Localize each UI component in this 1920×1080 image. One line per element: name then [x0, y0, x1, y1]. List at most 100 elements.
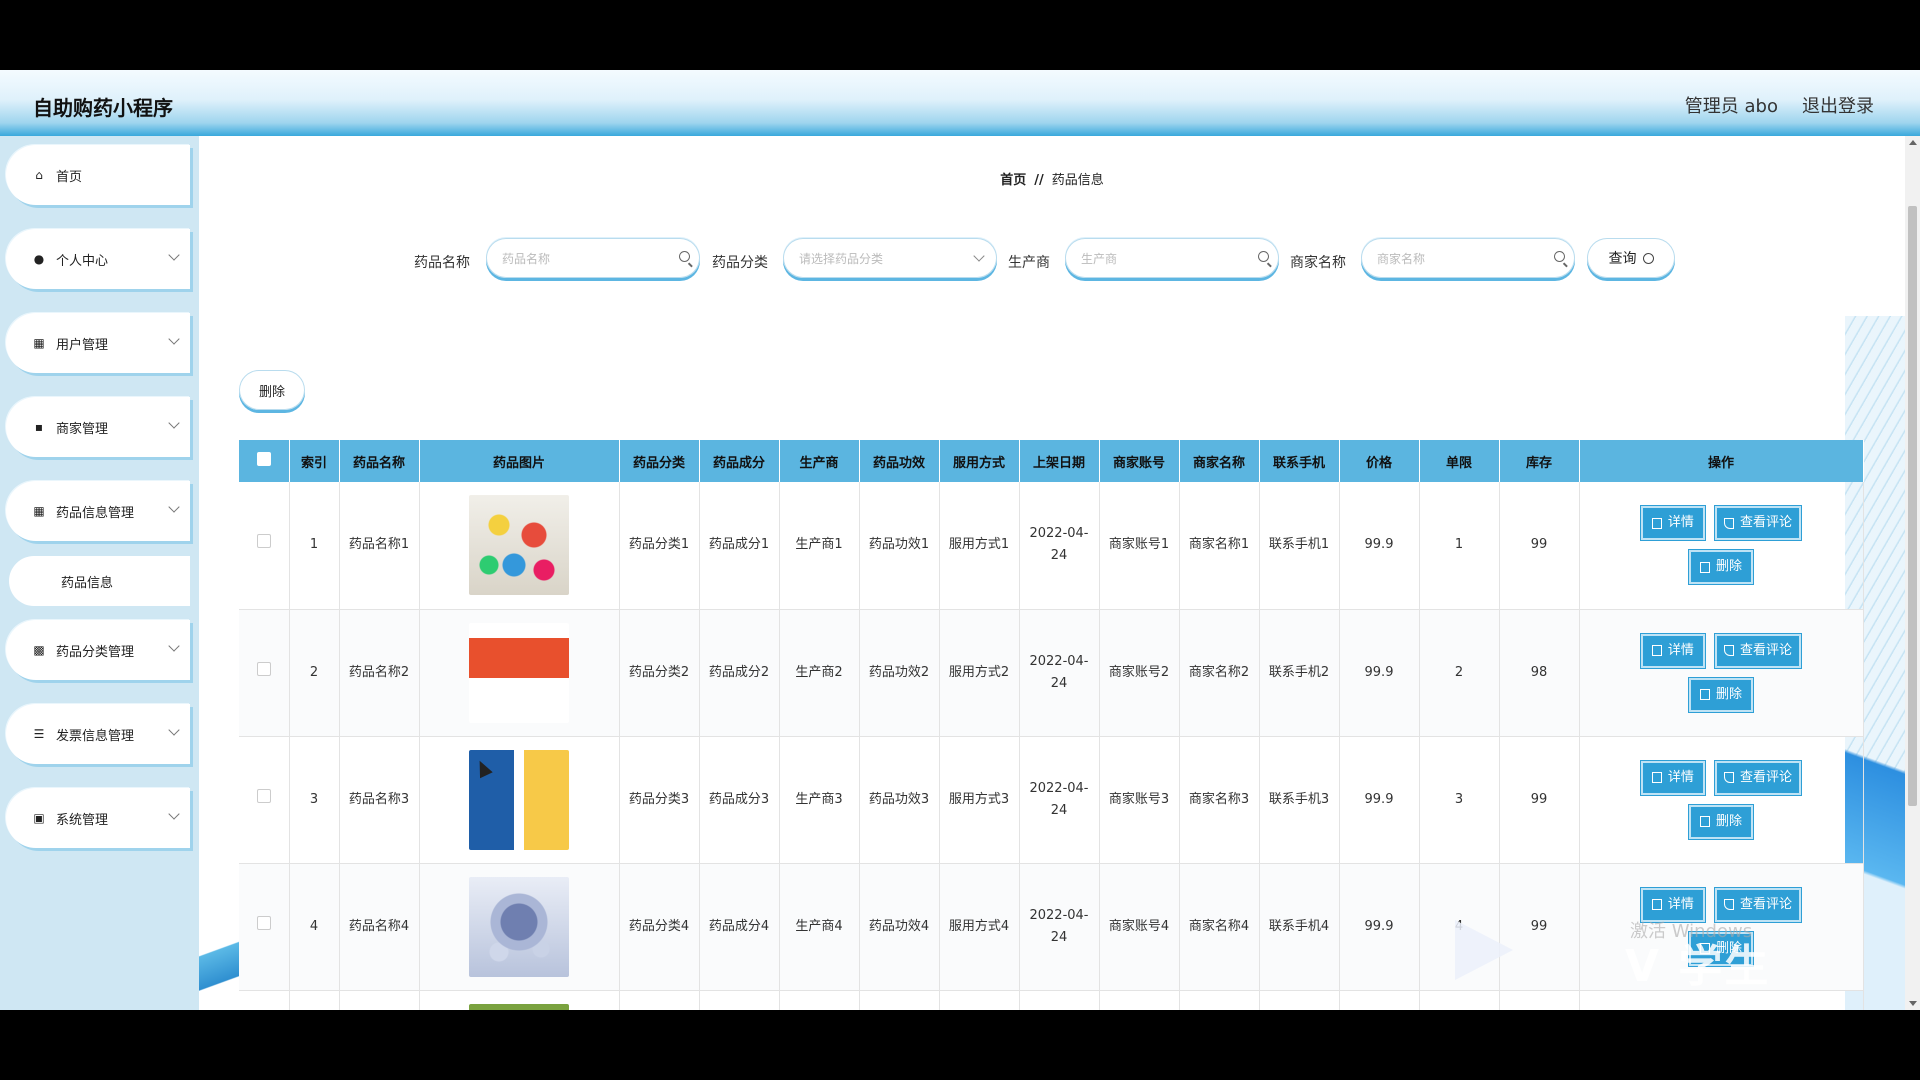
merchant-account-cell: 商家账号4	[1099, 863, 1180, 991]
sidebar-item-merchants[interactable]: ▪ 商家管理	[6, 397, 190, 457]
column-header: 单限	[1419, 440, 1500, 482]
row-checkbox[interactable]	[256, 534, 271, 549]
column-header: 商家账号	[1099, 440, 1180, 482]
price-cell: 99.9	[1339, 736, 1420, 864]
row-select-cell[interactable]	[239, 863, 290, 991]
usage-cell: 服用方式4	[939, 863, 1020, 991]
row-checkbox[interactable]	[256, 661, 271, 676]
scroll-down-arrow[interactable]	[1909, 1001, 1917, 1006]
delete-button[interactable]: 删除	[1689, 804, 1753, 839]
sidebar-item-invoice[interactable]: ☰ 发票信息管理	[6, 704, 190, 764]
search-icon	[679, 251, 690, 262]
price-cell: 99.9	[1339, 990, 1420, 1010]
app-title: 自助购药小程序	[33, 96, 173, 120]
detail-button[interactable]: 详情	[1640, 506, 1705, 541]
row-checkbox[interactable]	[256, 788, 271, 803]
drug-image	[469, 622, 569, 723]
merchant-account-cell: 商家账号1	[1099, 482, 1180, 610]
watermark-play-icon	[1455, 920, 1513, 980]
view-comments-button[interactable]: 查看评论	[1715, 633, 1802, 668]
clipboard-icon: ▩	[33, 643, 45, 657]
stock-cell: 99	[1499, 990, 1580, 1010]
merchant-name-cell: 商家名称4	[1179, 863, 1260, 991]
drug-name-placeholder: 药品名称	[502, 251, 551, 266]
briefcase-icon: ▣	[33, 811, 45, 825]
view-comments-button[interactable]: 查看评论	[1715, 506, 1802, 541]
sidebar-item-profile[interactable]: ● 个人中心	[6, 229, 190, 289]
limit-cell: 3	[1419, 736, 1500, 864]
manufacturer-input[interactable]: 生产商	[1065, 238, 1279, 278]
delete-label: 删除	[1715, 559, 1742, 575]
usage-cell: 服用方式5	[939, 990, 1020, 1010]
row-select-cell[interactable]	[239, 609, 290, 737]
list-icon: ☰	[33, 727, 45, 741]
merchant-name-input[interactable]: 商家名称	[1361, 238, 1575, 278]
chevron-down-icon	[168, 249, 180, 261]
sidebar-item-label: 发票信息管理	[56, 728, 135, 744]
category-cell: 药品分类3	[619, 736, 700, 864]
manufacturer-cell: 生产商4	[779, 863, 860, 991]
listing-date-cell: 2022-04-24	[1019, 990, 1100, 1010]
trash-icon	[1699, 561, 1710, 573]
row-select-cell[interactable]	[239, 736, 290, 864]
index-cell: 3	[289, 736, 340, 864]
table-row: 4 药品名称4 药品分类4 药品成分4 生产商4 药品功效4 服用方式4 2022-04-24…	[239, 863, 1864, 991]
scrollbar-thumb[interactable]	[1908, 206, 1917, 806]
delete-button[interactable]: 删除	[1689, 677, 1753, 712]
column-header: 药品成分	[699, 440, 780, 482]
drug-image	[469, 495, 569, 596]
effect-cell: 药品功效4	[859, 863, 940, 991]
phone-cell: 联系手机2	[1259, 609, 1340, 737]
sidebar-item-drug-info[interactable]: ▦ 药品信息管理	[6, 481, 190, 541]
ingredient-cell: 药品成分5	[699, 990, 780, 1010]
ingredient-cell: 药品成分3	[699, 736, 780, 864]
sidebar-subitem-drug-info[interactable]: 药品信息	[9, 556, 190, 606]
sidebar-item-label: 药品分类管理	[56, 644, 135, 660]
sidebar-item-drug-category[interactable]: ▩ 药品分类管理	[6, 620, 190, 680]
grid-icon: ▦	[33, 504, 45, 518]
merchant-account-cell: 商家账号2	[1099, 609, 1180, 737]
usage-cell: 服用方式1	[939, 482, 1020, 610]
vertical-scrollbar[interactable]	[1905, 136, 1920, 1010]
row-checkbox[interactable]	[256, 915, 271, 930]
select-all-checkbox[interactable]	[256, 452, 271, 466]
detail-label: 详情	[1667, 769, 1694, 785]
breadcrumb-separator: //	[1034, 173, 1044, 188]
price-cell: 99.9	[1339, 863, 1420, 991]
category-cell: 药品分类2	[619, 609, 700, 737]
sidebar-item-home[interactable]: ⌂ 首页	[6, 145, 190, 205]
query-button[interactable]: 查询	[1587, 238, 1675, 278]
batch-delete-button[interactable]: 删除	[239, 370, 305, 410]
breadcrumb-home[interactable]: 首页	[1000, 173, 1026, 188]
chevron-down-icon	[973, 250, 985, 262]
search-icon	[1258, 251, 1269, 262]
listing-date-cell: 2022-04-24	[1019, 609, 1100, 737]
drug-name-input[interactable]: 药品名称	[486, 238, 700, 278]
scroll-up-arrow[interactable]	[1909, 140, 1917, 145]
select-all-cell[interactable]	[239, 440, 290, 482]
detail-button[interactable]: 详情	[1640, 633, 1705, 668]
drug-category-select[interactable]: 请选择药品分类	[783, 238, 997, 278]
chevron-down-icon	[168, 501, 180, 513]
merchant-name-cell: 商家名称1	[1179, 482, 1260, 610]
stock-cell: 99	[1499, 482, 1580, 610]
row-select-cell[interactable]	[239, 990, 290, 1010]
main-content: 首页//药品信息 药品名称 药品名称 药品分类 请选择药品分类 生产商 生产商 …	[199, 136, 1905, 1010]
column-header: 生产商	[779, 440, 860, 482]
sidebar-item-users[interactable]: ▦ 用户管理	[6, 313, 190, 373]
column-header: 价格	[1339, 440, 1420, 482]
merchant-account-cell: 商家账号5	[1099, 990, 1180, 1010]
manufacturer-label: 生产商	[1008, 255, 1050, 271]
logout-link[interactable]: 退出登录	[1802, 92, 1874, 118]
drug-image-cell	[419, 863, 620, 991]
trash-icon	[1699, 689, 1710, 700]
row-select-cell[interactable]	[239, 482, 290, 610]
view-comments-button[interactable]: 查看评论	[1715, 760, 1802, 795]
sidebar-item-system[interactable]: ▣ 系统管理	[6, 788, 190, 848]
delete-button[interactable]: 删除	[1689, 550, 1753, 585]
detail-button[interactable]: 详情	[1640, 760, 1705, 795]
drug-image-cell	[419, 990, 620, 1010]
edit-icon	[1724, 517, 1735, 529]
chevron-down-icon	[168, 808, 180, 820]
column-header: 服用方式	[939, 440, 1020, 482]
